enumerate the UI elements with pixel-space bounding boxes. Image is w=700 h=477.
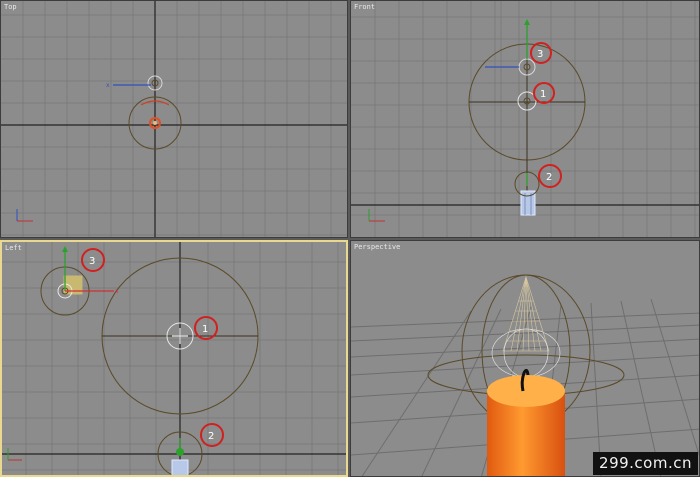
marker-3: 3: [81, 248, 105, 272]
omni-light-3-gizmo[interactable]: x: [40, 246, 119, 316]
perspective-viewport-canvas[interactable]: [351, 241, 700, 477]
front-viewport-canvas[interactable]: 3 1 2: [351, 1, 700, 238]
viewport-label-front[interactable]: Front: [354, 3, 375, 11]
viewport-front[interactable]: Front 3 1 2: [350, 0, 700, 238]
world-axes: [2, 242, 346, 475]
grid: [2, 242, 346, 475]
top-viewport-canvas[interactable]: x: [1, 1, 348, 238]
axis-tripod: [16, 209, 33, 222]
candle-object[interactable]: [487, 368, 565, 477]
axis-label-x: x: [106, 82, 110, 89]
marker-label: 1: [540, 89, 546, 100]
flame-mesh[interactable]: [491, 275, 561, 378]
viewport-label-top[interactable]: Top: [4, 3, 17, 11]
marker-2: 2: [538, 164, 562, 188]
watermark: 299.com.cn: [593, 452, 698, 475]
left-viewport-canvas[interactable]: x 3 1 2: [2, 242, 346, 475]
marker-label: 3: [537, 49, 543, 60]
viewport-label-left[interactable]: Left: [5, 244, 22, 252]
axis-label-x: x: [115, 288, 119, 295]
marker-label: 2: [546, 172, 552, 183]
grid: [1, 1, 347, 237]
marker-label: 2: [208, 431, 214, 442]
marker-label: 3: [89, 256, 95, 267]
marker-label: 1: [202, 324, 208, 335]
omni-light-gizmo[interactable]: x: [106, 75, 163, 91]
viewport-label-perspective[interactable]: Perspective: [354, 243, 400, 251]
viewport-perspective[interactable]: Perspective: [350, 240, 700, 477]
viewport-top[interactable]: Top x: [0, 0, 348, 238]
marker-2: 2: [200, 423, 224, 447]
viewport-left[interactable]: Left x 3 1 2: [0, 240, 348, 477]
